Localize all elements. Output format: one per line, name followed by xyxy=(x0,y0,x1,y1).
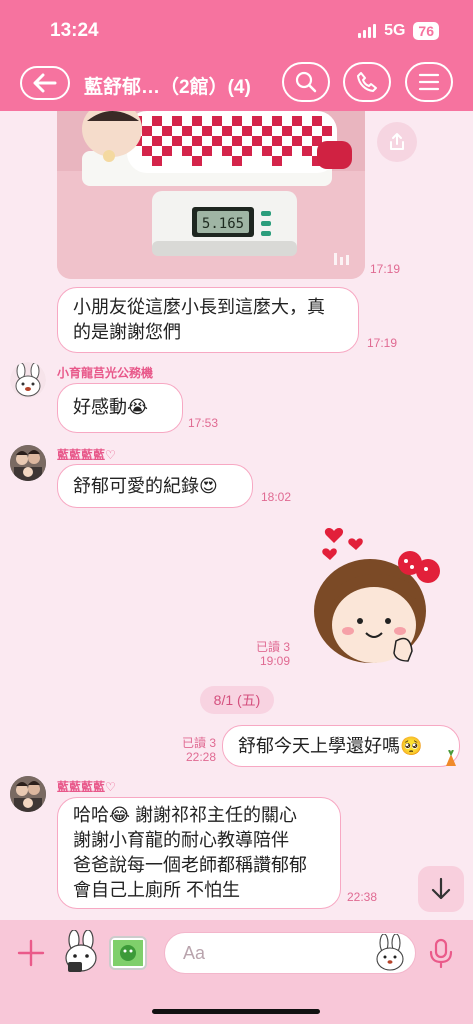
message-bubble[interactable]: 小朋友從這麼小長到這麼大，真 的是謝謝您們 xyxy=(57,287,359,353)
arrow-down-icon xyxy=(431,877,451,900)
status-time: 13:24 xyxy=(50,20,99,41)
family-photo-avatar-icon xyxy=(10,776,46,812)
message-text: 好感動😭 xyxy=(73,397,149,417)
photo-message[interactable]: 5.165 xyxy=(57,111,365,279)
voice-button[interactable] xyxy=(428,938,454,973)
scale-reading: 5.165 xyxy=(202,216,244,232)
message-time: 22:28 xyxy=(185,750,216,764)
date-separator: 8/1 (五) xyxy=(200,686,274,714)
family-photo-avatar-icon xyxy=(10,445,46,481)
sticker-button[interactable] xyxy=(60,929,102,979)
microphone-icon xyxy=(429,938,453,969)
message-bubble[interactable]: 舒郁今天上學還好嗎🥺 xyxy=(222,725,460,767)
network-label: 5G xyxy=(384,22,406,39)
gallery-button[interactable] xyxy=(109,936,147,970)
read-receipt: 已讀 3 xyxy=(181,736,216,750)
header-bar: 13:24 5G 76 藍舒郁…（2館）(4) xyxy=(0,0,473,111)
message-bubble[interactable]: 好感動😭 xyxy=(57,383,183,433)
message-time: 18:02 xyxy=(261,490,292,504)
menu-icon xyxy=(418,73,440,91)
phone-icon xyxy=(357,72,377,92)
scroll-to-bottom-button[interactable] xyxy=(418,866,464,912)
message-text: 舒郁可愛的紀錄😍 xyxy=(73,476,218,496)
status-indicators: 5G 76 xyxy=(358,22,439,40)
back-button[interactable] xyxy=(20,66,70,100)
bunny-emoji-icon xyxy=(376,933,404,971)
avatar[interactable] xyxy=(10,776,46,812)
bear-avatar-icon xyxy=(10,362,46,398)
message-text-line: 爸爸說每一個老師都稱讚郁郁 xyxy=(73,855,307,875)
carrot-icon xyxy=(446,750,456,766)
sender-name: 藍藍藍藍♡ xyxy=(57,448,116,462)
battery-icon: 76 xyxy=(413,22,439,40)
message-input-placeholder: Aa xyxy=(183,943,206,963)
message-bubble[interactable]: 舒郁可愛的紀錄😍 xyxy=(57,464,253,508)
search-icon xyxy=(295,71,317,93)
signal-icon xyxy=(358,24,377,38)
message-time: 22:38 xyxy=(347,890,378,904)
emoji-button[interactable] xyxy=(374,933,406,977)
message-time: 17:53 xyxy=(188,416,219,430)
message-time: 17:19 xyxy=(367,336,398,350)
message-time: 17:19 xyxy=(370,262,401,276)
search-button[interactable] xyxy=(282,62,330,102)
message-text: 舒郁今天上學還好嗎🥺 xyxy=(238,736,423,756)
message-text-line: 哈哈😂 謝謝祁祁主任的關心 xyxy=(73,805,298,825)
chat-title[interactable]: 藍舒郁…（2館）(4) xyxy=(84,72,251,99)
sender-name: 小育龍莒光公務機 xyxy=(57,366,154,380)
girl-sticker-icon xyxy=(314,528,440,663)
share-button[interactable] xyxy=(377,122,417,162)
message-text-line: 謝謝小育龍的耐心教導陪伴 xyxy=(73,830,289,850)
message-text-line: 小朋友從這麼小長到這麼大，真 xyxy=(73,297,325,317)
share-icon xyxy=(390,133,404,150)
sticker-message[interactable] xyxy=(312,521,442,666)
plus-icon xyxy=(17,939,45,967)
baby-on-scale-image: 5.165 xyxy=(57,111,365,279)
menu-button[interactable] xyxy=(405,62,453,102)
back-arrow-icon xyxy=(33,73,57,93)
home-indicator xyxy=(152,1009,320,1014)
call-button[interactable] xyxy=(343,62,391,102)
add-button[interactable] xyxy=(16,938,46,973)
message-text-line: 會自己上廁所 不怕生 xyxy=(73,880,241,900)
avatar[interactable] xyxy=(10,445,46,481)
photo-icon xyxy=(113,940,143,966)
message-time: 19:09 xyxy=(259,654,290,668)
sender-name: 藍藍藍藍♡ xyxy=(57,780,116,794)
avatar[interactable] xyxy=(10,362,46,398)
bunny-sticker-icon xyxy=(65,929,97,972)
message-bubble[interactable]: 哈哈😂 謝謝祁祁主任的關心 謝謝小育龍的耐心教導陪伴 爸爸說每一個老師都稱讚郁郁… xyxy=(57,797,341,909)
message-text-line: 的是謝謝您們 xyxy=(73,322,181,342)
read-receipt: 已讀 3 xyxy=(255,640,290,654)
